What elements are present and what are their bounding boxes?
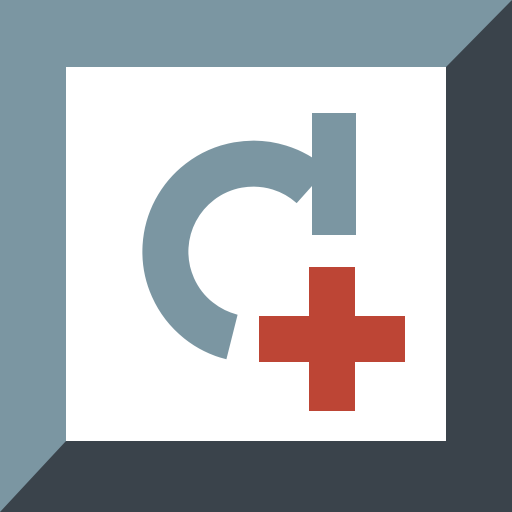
app-icon xyxy=(0,0,512,512)
app-icon-graphic xyxy=(0,0,512,512)
logo-panel xyxy=(66,67,446,441)
